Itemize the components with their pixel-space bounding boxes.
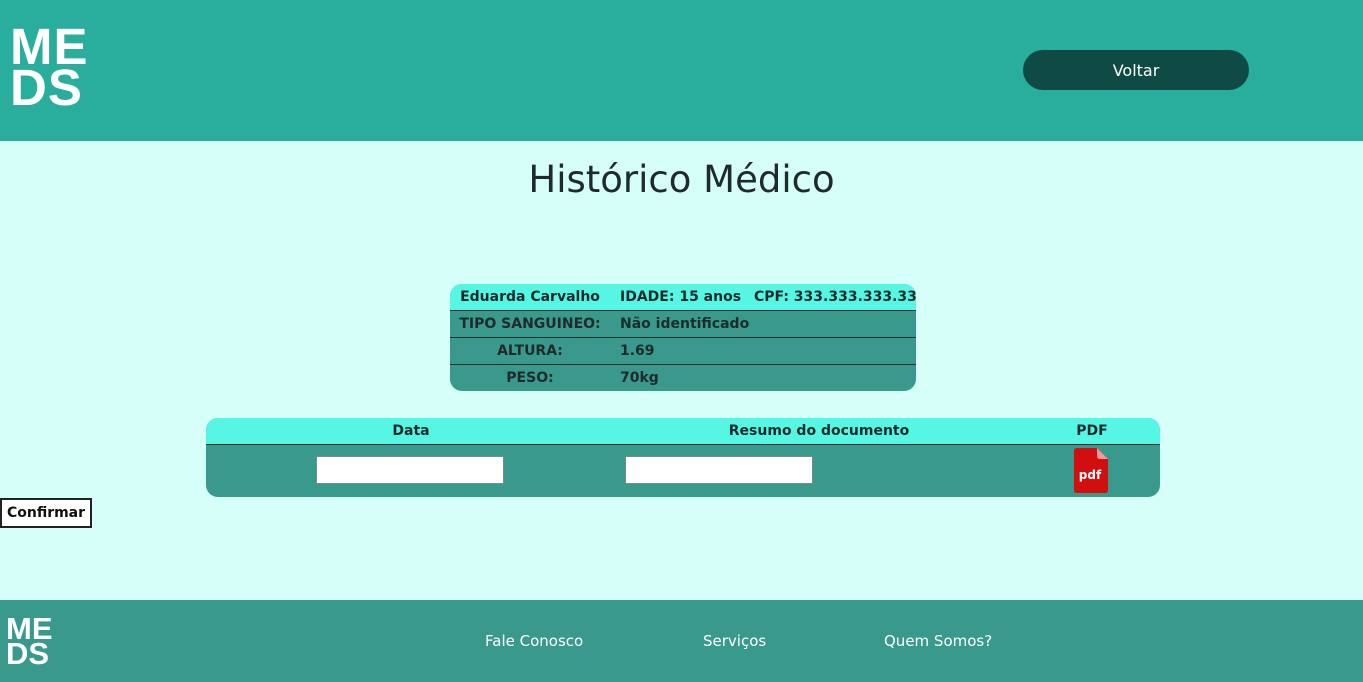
patient-age: IDADE: 15 anos bbox=[620, 289, 742, 305]
pdf-file-icon[interactable]: pdf bbox=[1074, 448, 1108, 493]
documents-table-header: Data Resumo do documento PDF bbox=[206, 418, 1160, 445]
column-header-pdf: PDF bbox=[1076, 423, 1108, 439]
summary-input[interactable] bbox=[625, 456, 813, 484]
footer-meds-logo[interactable]: ME DS bbox=[6, 613, 53, 671]
patient-cpf: CPF: 333.333.333.33 bbox=[754, 289, 916, 305]
patient-info-row-height: ALTURA: 1.69 bbox=[450, 338, 916, 365]
patient-info-row-identity: Eduarda Carvalho IDADE: 15 anos CPF: 333… bbox=[450, 284, 916, 311]
date-input[interactable] bbox=[316, 456, 504, 484]
meds-logo[interactable]: ME DS bbox=[10, 21, 89, 116]
page-title: Histórico Médico bbox=[528, 158, 835, 201]
footer-logo-line-2: DS bbox=[6, 636, 50, 671]
footer-link-about[interactable]: Quem Somos? bbox=[884, 632, 992, 650]
confirm-button[interactable]: Confirmar bbox=[0, 498, 92, 528]
back-button[interactable]: Voltar bbox=[1023, 50, 1249, 90]
weight-value: 70kg bbox=[620, 370, 659, 386]
height-value: 1.69 bbox=[620, 343, 655, 359]
height-label: ALTURA: bbox=[497, 343, 563, 359]
top-header: ME DS Voltar bbox=[0, 0, 1363, 141]
logo-line-2: DS bbox=[10, 59, 83, 116]
blood-type-value: Não identificado bbox=[620, 316, 750, 332]
patient-info-table: Eduarda Carvalho IDADE: 15 anos CPF: 333… bbox=[450, 284, 916, 391]
blood-type-label: TIPO SANGUINEO: bbox=[459, 316, 601, 332]
patient-info-row-blood: TIPO SANGUINEO: Não identificado bbox=[450, 311, 916, 338]
weight-label: PESO: bbox=[506, 370, 554, 386]
footer-link-contact[interactable]: Fale Conosco bbox=[485, 632, 583, 650]
patient-name: Eduarda Carvalho bbox=[460, 289, 600, 305]
footer: ME DS Fale Conosco Serviços Quem Somos? bbox=[0, 600, 1363, 682]
column-header-summary: Resumo do documento bbox=[728, 423, 910, 439]
pdf-icon-label: pdf bbox=[1079, 468, 1102, 482]
documents-table: Data Resumo do documento PDF pdf bbox=[206, 418, 1160, 497]
footer-link-services[interactable]: Serviços bbox=[703, 632, 766, 650]
column-header-data: Data bbox=[392, 423, 430, 439]
patient-info-row-weight: PESO: 70kg bbox=[450, 365, 916, 391]
